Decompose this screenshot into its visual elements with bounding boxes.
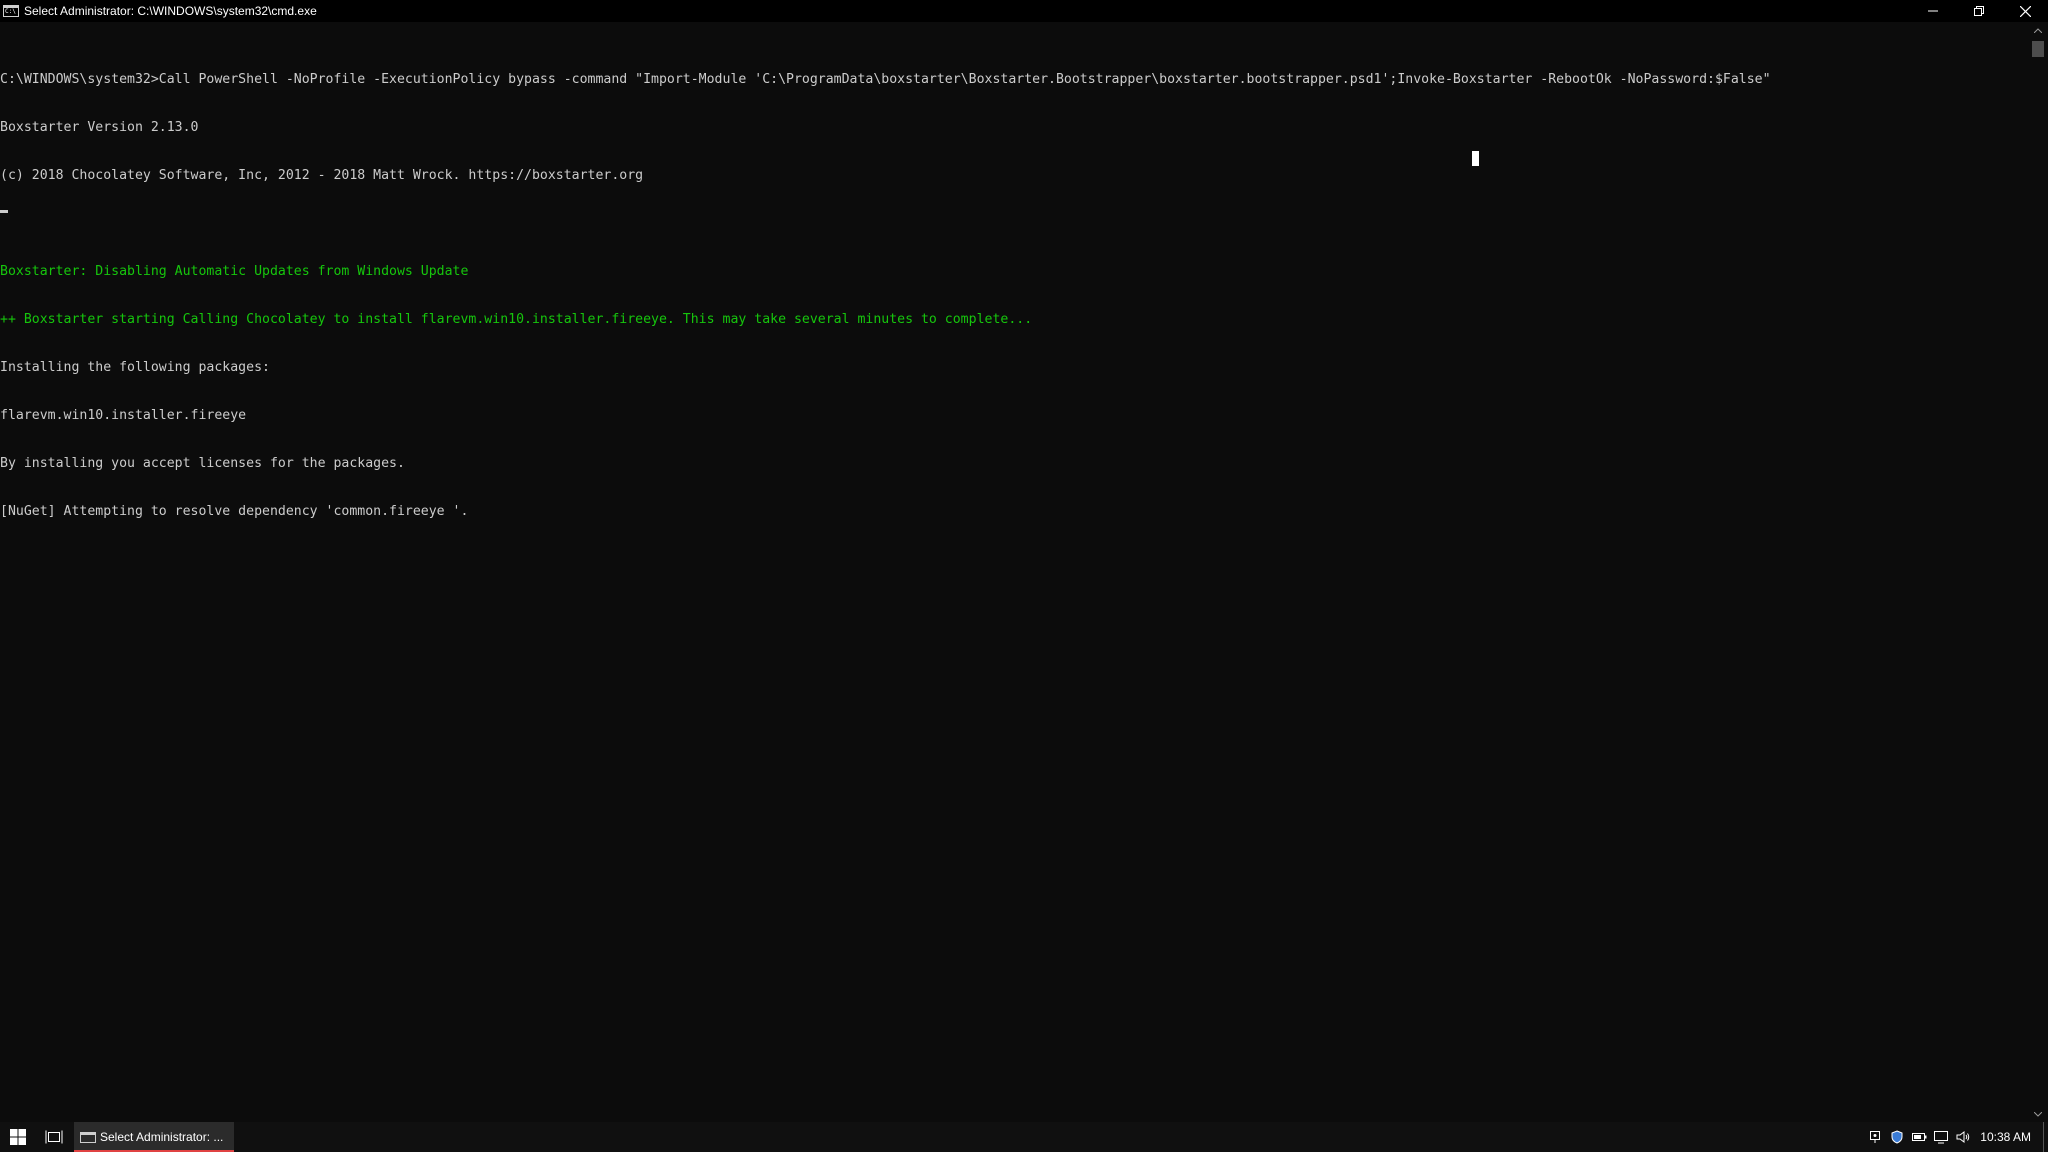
taskbar-app-cmd[interactable]: Select Administrator: ... xyxy=(74,1122,234,1152)
console-line: C:\WINDOWS\system32>Call PowerShell -NoP… xyxy=(0,72,1771,87)
taskbar-clock[interactable]: 10:38 AM xyxy=(1980,1130,2031,1144)
console-line: Boxstarter: Disabling Automatic Updates … xyxy=(0,264,469,279)
scroll-up-button[interactable] xyxy=(2028,22,2048,38)
window-titlebar[interactable]: Select Administrator: C:\WINDOWS\system3… xyxy=(0,0,2048,22)
task-view-icon xyxy=(45,1130,63,1144)
console-line: ++ Boxstarter starting Calling Chocolate… xyxy=(0,312,1033,327)
cmd-icon xyxy=(80,1131,96,1143)
cmd-icon[interactable] xyxy=(3,5,19,17)
minimize-button[interactable] xyxy=(1910,0,1956,22)
scroll-down-button[interactable] xyxy=(2028,1106,2048,1122)
mouse-ibeam-cursor xyxy=(1472,151,1479,166)
console-output[interactable]: C:\WINDOWS\system32>Call PowerShell -NoP… xyxy=(0,40,2028,1120)
network-adapter-icon[interactable] xyxy=(1864,1122,1886,1152)
console-line: Installing the following packages: xyxy=(0,360,270,375)
vertical-scrollbar[interactable] xyxy=(2028,22,2048,1122)
scroll-thumb[interactable] xyxy=(2032,41,2044,57)
window-title: Select Administrator: C:\WINDOWS\system3… xyxy=(24,4,317,18)
desktop-screen: Select Administrator: C:\WINDOWS\system3… xyxy=(0,0,2048,1152)
security-shield-icon[interactable] xyxy=(1886,1122,1908,1152)
console-line: [NuGet] Attempting to resolve dependency… xyxy=(0,504,469,519)
close-button[interactable] xyxy=(2002,0,2048,22)
chevron-down-icon xyxy=(2034,1111,2042,1117)
console-line: (c) 2018 Chocolatey Software, Inc, 2012 … xyxy=(0,168,644,183)
restore-icon xyxy=(1974,6,1984,16)
minimize-icon xyxy=(1928,10,1938,12)
task-view-button[interactable] xyxy=(36,1122,72,1152)
close-icon xyxy=(2019,5,2031,17)
start-button[interactable] xyxy=(0,1122,36,1152)
taskbar-app-label: Select Administrator: ... xyxy=(100,1130,224,1144)
window-controls xyxy=(1910,0,2048,22)
console-line: flarevm.win10.installer.fireeye xyxy=(0,408,247,423)
windows-logo-icon xyxy=(10,1129,26,1145)
console-line: Boxstarter Version 2.13.0 xyxy=(0,120,199,135)
taskbar: Select Administrator: ... 10:38 AM xyxy=(0,1122,2048,1152)
console-line: By installing you accept licenses for th… xyxy=(0,456,405,471)
system-tray: 10:38 AM xyxy=(1864,1122,2048,1152)
display-icon[interactable] xyxy=(1930,1122,1952,1152)
volume-icon[interactable] xyxy=(1952,1122,1974,1152)
restore-button[interactable] xyxy=(1956,0,2002,22)
battery-icon[interactable] xyxy=(1908,1122,1930,1152)
chevron-up-icon xyxy=(2034,27,2042,33)
show-desktop-button[interactable] xyxy=(2043,1122,2048,1152)
text-cursor xyxy=(0,210,8,213)
